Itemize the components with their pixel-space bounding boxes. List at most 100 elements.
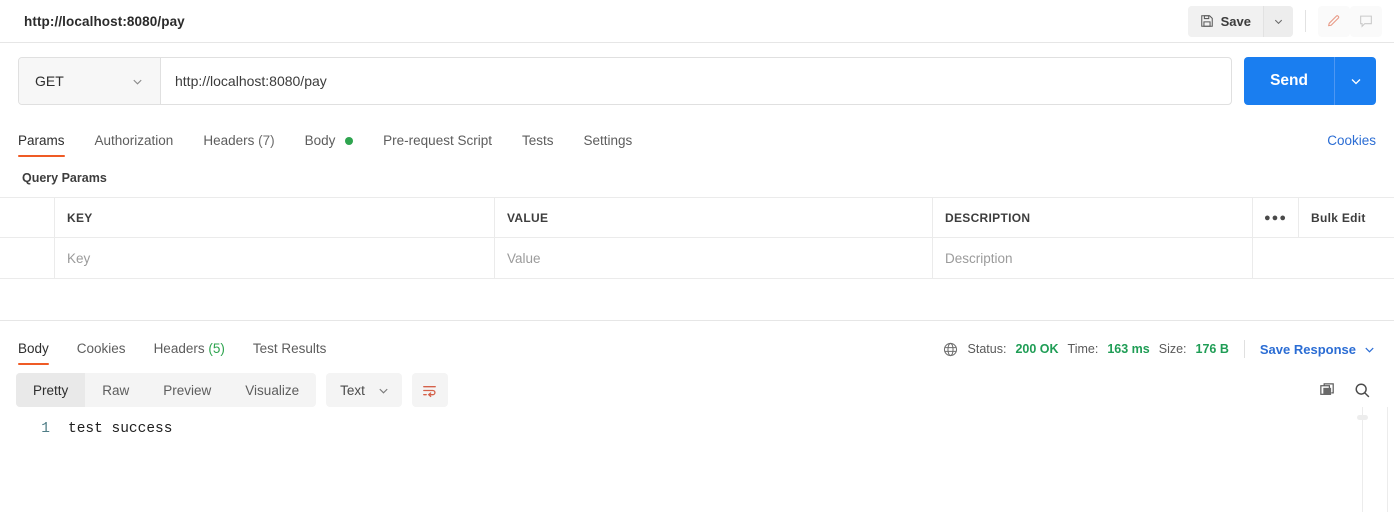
top-bar: http://localhost:8080/pay Save: [0, 0, 1394, 43]
copy-icon[interactable]: [1318, 381, 1337, 400]
tab-headers-label: Headers: [203, 133, 255, 148]
row-value-input[interactable]: Value: [495, 238, 933, 278]
table-header-row: KEY VALUE DESCRIPTION ●●● Bulk Edit: [0, 198, 1394, 238]
tab-settings[interactable]: Settings: [583, 133, 632, 157]
select-all-cell[interactable]: [0, 198, 55, 237]
send-button[interactable]: Send: [1244, 57, 1334, 105]
response-tab-headers-label: Headers: [153, 341, 205, 356]
cookies-link[interactable]: Cookies: [1327, 133, 1376, 157]
tab-params-label: Params: [18, 133, 65, 148]
save-label: Save: [1220, 13, 1251, 29]
code-line: 1 test success: [0, 421, 1394, 437]
ellipsis-icon: ●●●: [1264, 211, 1287, 224]
time-label: Time:: [1067, 342, 1099, 356]
tab-headers-count: (7): [258, 133, 275, 148]
response-tab-body-label: Body: [18, 341, 49, 356]
query-params-table: KEY VALUE DESCRIPTION ●●● Bulk Edit Key …: [0, 197, 1394, 279]
status-value: 200 OK: [1015, 342, 1059, 356]
save-group: Save: [1187, 5, 1293, 37]
chevron-down-icon: [1363, 343, 1376, 356]
save-response-button[interactable]: Save Response: [1260, 342, 1376, 357]
method-label: GET: [35, 73, 64, 89]
tab-headers[interactable]: Headers (7): [203, 133, 274, 157]
edit-request-button[interactable]: [1318, 5, 1350, 37]
chevron-down-icon: [131, 75, 144, 88]
response-tab-cookies[interactable]: Cookies: [77, 341, 126, 365]
response-tab-test-results-label: Test Results: [252, 341, 327, 356]
search-icon[interactable]: [1353, 381, 1372, 400]
row-options-spacer: [1253, 238, 1299, 278]
pencil-icon: [1326, 13, 1342, 29]
save-response-label: Save Response: [1259, 341, 1356, 357]
tab-authorization-label: Authorization: [94, 133, 174, 148]
method-selector[interactable]: GET: [19, 58, 161, 104]
column-header-key: KEY: [55, 198, 495, 237]
size-value: 176 B: [1195, 342, 1229, 356]
chevron-down-icon: [1349, 74, 1363, 88]
row-bulk-spacer: [1299, 238, 1394, 278]
chevron-down-icon: [1273, 16, 1284, 27]
response-body-actions: [1318, 381, 1378, 400]
response-tab-headers-count: (5): [208, 341, 225, 356]
response-meta: Status: 200 OK Time: 163 ms Size: 176 B …: [942, 340, 1376, 365]
send-options-button[interactable]: [1334, 57, 1376, 105]
line-number: 1: [41, 421, 50, 437]
view-mode-group: Pretty Raw Preview Visualize: [16, 373, 317, 407]
url-input[interactable]: [161, 58, 1232, 104]
bulk-edit-button[interactable]: Bulk Edit: [1299, 198, 1394, 237]
format-label: Text: [340, 382, 365, 398]
word-wrap-icon: [420, 381, 439, 400]
outer-scrollbar-track[interactable]: [1387, 407, 1388, 512]
time-value: 163 ms: [1107, 342, 1150, 356]
view-mode-raw[interactable]: Raw: [85, 373, 146, 407]
comment-button[interactable]: [1350, 5, 1382, 37]
row-checkbox-cell[interactable]: [0, 238, 55, 278]
send-group: Send: [1244, 57, 1376, 105]
body-scrollbar-track[interactable]: [1362, 407, 1363, 512]
body-scrollbar-thumb[interactable]: [1357, 415, 1368, 420]
view-mode-visualize[interactable]: Visualize: [228, 373, 316, 407]
row-key-input[interactable]: Key: [55, 238, 495, 278]
globe-icon: [942, 341, 959, 358]
response-tabs: Body Cookies Headers (5) Test Results St…: [0, 321, 1394, 365]
tab-pre-request-script[interactable]: Pre-request Script: [383, 133, 492, 157]
save-button[interactable]: Save: [1187, 5, 1263, 37]
line-content: test success: [68, 421, 173, 437]
view-mode-pretty[interactable]: Pretty: [16, 373, 86, 407]
chevron-down-icon: [377, 384, 390, 397]
response-body-toolbar: Pretty Raw Preview Visualize Text: [0, 365, 1394, 407]
response-body-viewer[interactable]: 1 test success: [0, 407, 1394, 512]
request-tabs: Params Authorization Headers (7) Body Pr…: [0, 121, 1394, 157]
response-tab-headers[interactable]: Headers (5): [154, 341, 225, 365]
meta-divider: [1243, 340, 1245, 358]
response-tab-body[interactable]: Body: [18, 341, 49, 365]
tab-params[interactable]: Params: [18, 133, 65, 157]
url-field: GET: [18, 57, 1233, 105]
toolbar-divider: [1305, 10, 1306, 32]
tab-tests[interactable]: Tests: [522, 133, 554, 157]
tab-body-label: Body: [304, 133, 336, 148]
tab-body[interactable]: Body: [305, 133, 354, 157]
word-wrap-button[interactable]: [411, 373, 448, 407]
response-tab-test-results[interactable]: Test Results: [253, 341, 327, 365]
floppy-disk-icon: [1200, 14, 1214, 28]
row-description-input[interactable]: Description: [933, 238, 1253, 278]
table-options-button[interactable]: ●●●: [1253, 198, 1299, 237]
tab-pre-request-script-label: Pre-request Script: [383, 133, 492, 148]
size-label: Size:: [1158, 342, 1187, 356]
query-params-heading: Query Params: [22, 171, 107, 185]
table-row: Key Value Description: [0, 238, 1394, 278]
request-url-row: GET Send: [0, 43, 1394, 121]
tab-authorization[interactable]: Authorization: [95, 133, 174, 157]
tab-settings-label: Settings: [583, 133, 633, 148]
comment-icon: [1358, 13, 1374, 29]
format-selector[interactable]: Text: [326, 373, 402, 407]
column-header-description: DESCRIPTION: [933, 198, 1253, 237]
request-title: http://localhost:8080/pay: [24, 13, 185, 29]
save-options-button[interactable]: [1263, 5, 1293, 37]
column-header-value: VALUE: [495, 198, 933, 237]
response-tab-cookies-label: Cookies: [76, 341, 126, 356]
top-bar-actions: Save: [1187, 0, 1394, 42]
status-label: Status:: [967, 342, 1007, 356]
view-mode-preview[interactable]: Preview: [146, 373, 228, 407]
